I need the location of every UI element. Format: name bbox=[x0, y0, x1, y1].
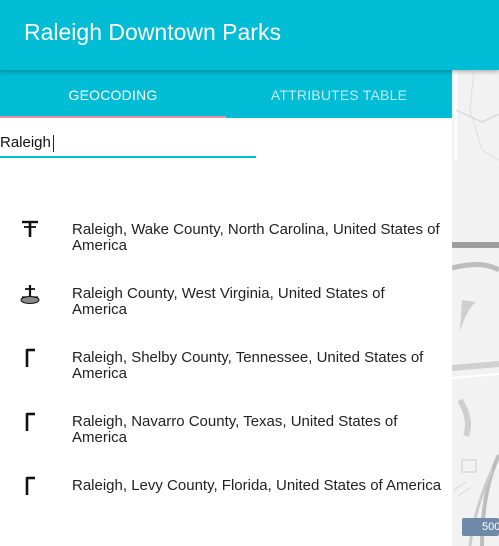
result-label: Raleigh, Navarro County, Texas, United S… bbox=[72, 413, 398, 446]
search-field bbox=[0, 128, 256, 158]
list-item[interactable]: Raleigh County, West Virginia, United St… bbox=[0, 282, 452, 336]
flag-marker-icon bbox=[19, 410, 41, 434]
city-marker-icon bbox=[19, 218, 41, 242]
result-label: Raleigh, Shelby County, Tennessee, Unite… bbox=[72, 349, 424, 382]
app-bar: Raleigh Downtown Parks bbox=[0, 0, 499, 70]
tab-attributes-table[interactable]: ATTRIBUTES TABLE bbox=[226, 70, 452, 118]
app-title: Raleigh Downtown Parks bbox=[24, 19, 281, 45]
flag-marker-icon bbox=[19, 474, 41, 498]
search-input[interactable] bbox=[0, 128, 256, 156]
map-basemap bbox=[452, 70, 499, 546]
result-label: Raleigh County, West Virginia, United St… bbox=[72, 285, 385, 318]
list-item[interactable]: Raleigh, Shelby County, Tennessee, Unite… bbox=[0, 346, 452, 400]
list-item[interactable]: Raleigh, Navarro County, Texas, United S… bbox=[0, 410, 452, 464]
side-panel: GEOCODING ATTRIBUTES TABLE Raleigh, Wake… bbox=[0, 70, 452, 546]
list-item[interactable]: Raleigh, Wake County, North Carolina, Un… bbox=[0, 218, 452, 272]
county-marker-icon bbox=[19, 282, 41, 306]
tab-geocoding[interactable]: GEOCODING bbox=[0, 70, 226, 118]
text-cursor bbox=[53, 135, 54, 152]
active-tab-indicator bbox=[0, 116, 226, 118]
result-label: Raleigh, Levy County, Florida, United St… bbox=[72, 477, 442, 494]
list-item[interactable]: Raleigh, Levy County, Florida, United St… bbox=[0, 474, 452, 528]
tab-bar: GEOCODING ATTRIBUTES TABLE bbox=[0, 70, 452, 118]
map-scale-label: 500 bbox=[482, 521, 499, 533]
flag-marker-icon bbox=[19, 346, 41, 370]
map-view[interactable]: 500 bbox=[452, 70, 499, 546]
search-input-underline bbox=[0, 156, 256, 158]
result-label: Raleigh, Wake County, North Carolina, Un… bbox=[72, 221, 440, 254]
